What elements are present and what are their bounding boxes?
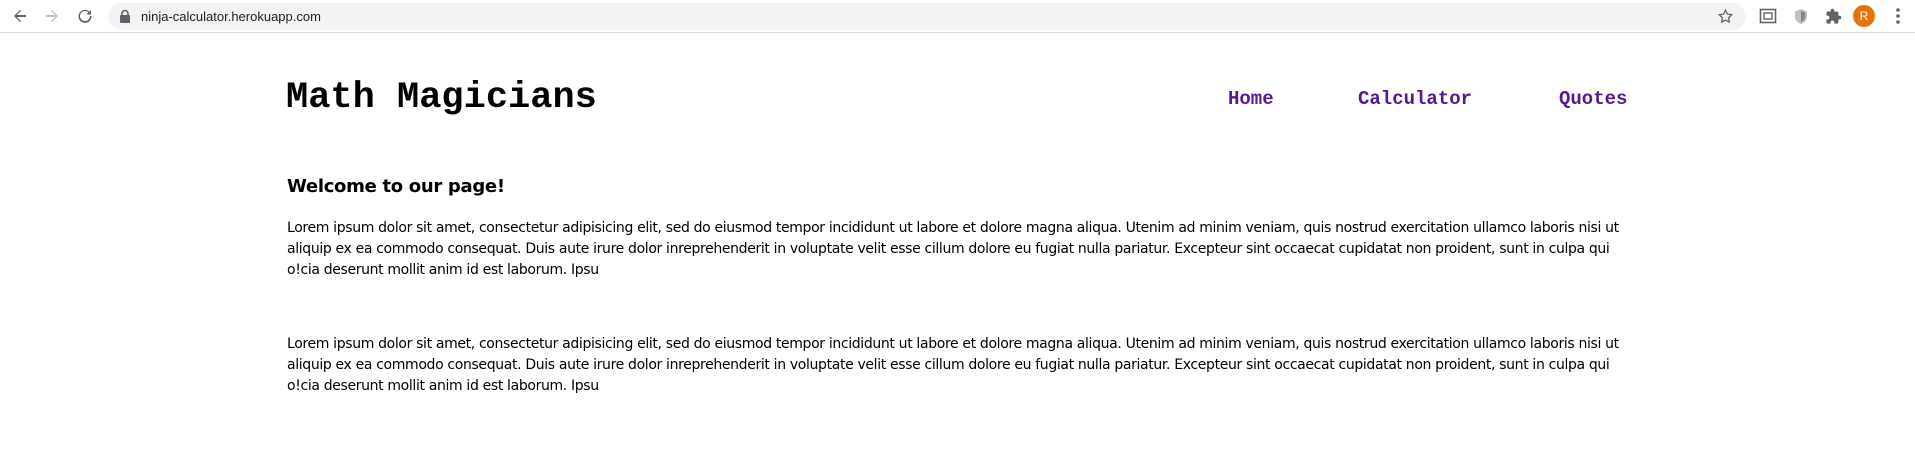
profile-avatar[interactable]: R — [1853, 5, 1875, 27]
nav-link-home[interactable]: Home — [1228, 87, 1274, 111]
star-icon[interactable] — [1717, 8, 1734, 25]
puzzle-extension-icon[interactable] — [1822, 5, 1844, 27]
reload-icon[interactable] — [73, 4, 97, 28]
body-paragraph-1: Lorem ipsum dolor sit amet, consectetur … — [287, 220, 1619, 278]
forward-arrow-icon[interactable] — [40, 4, 64, 28]
page-heading: Welcome to our page! — [287, 176, 505, 197]
url-text[interactable]: ninja-calculator.herokuapp.com — [141, 8, 321, 25]
address-bar[interactable]: ninja-calculator.herokuapp.com — [108, 3, 1746, 30]
site-title: Math Magicians — [286, 77, 597, 119]
cast-icon[interactable] — [1757, 5, 1779, 27]
back-arrow-icon[interactable] — [8, 4, 32, 28]
nav-link-calculator[interactable]: Calculator — [1358, 87, 1472, 111]
body-paragraph-2: Lorem ipsum dolor sit amet, consectetur … — [287, 336, 1619, 394]
browser-toolbar: ninja-calculator.herokuapp.com R — [0, 0, 1915, 33]
shield-extension-icon[interactable] — [1790, 5, 1812, 27]
kebab-menu-icon[interactable] — [1887, 5, 1909, 27]
nav-link-quotes[interactable]: Quotes — [1559, 87, 1627, 111]
lock-icon[interactable] — [118, 9, 132, 24]
